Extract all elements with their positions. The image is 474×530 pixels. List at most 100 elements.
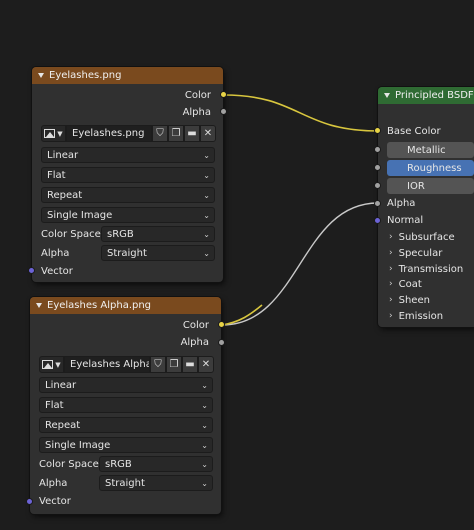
chevron-down-icon: ⌄ (201, 460, 208, 469)
input-normal-socket[interactable] (374, 217, 381, 224)
chevron-down-icon: ⌄ (201, 381, 208, 390)
color-space-dropdown[interactable]: sRGB ⌄ (99, 456, 213, 472)
input-base-color-socket[interactable] (374, 127, 381, 134)
chevron-right-icon: › (389, 264, 393, 274)
alpha-mode-dropdown[interactable]: Straight ⌄ (99, 475, 213, 491)
input-roughness-socket[interactable] (374, 164, 381, 171)
color-space-value: sRGB (107, 228, 134, 240)
chevron-down-icon: ▼ (55, 360, 61, 369)
input-alpha-socket[interactable] (374, 200, 381, 207)
unlink-button[interactable]: ✕ (198, 356, 214, 373)
chevron-down-icon: ⌄ (203, 230, 210, 239)
link-alpha-to-alpha[interactable] (221, 202, 379, 326)
duplicate-icon: ❐ (171, 128, 181, 139)
panel-emission[interactable]: › Emission (389, 308, 443, 324)
input-ior-socket[interactable] (374, 182, 381, 189)
principled-bsdf-node[interactable]: Principled BSDF Base Color Metallic Roug… (374, 87, 474, 327)
collapse-arrow-icon[interactable] (38, 73, 44, 78)
alpha-mode-dropdown[interactable]: Straight ⌄ (101, 245, 215, 261)
duplicate-icon: ❐ (169, 359, 179, 370)
output-alpha-socket[interactable] (218, 339, 225, 346)
output-alpha-row: Alpha (181, 334, 209, 350)
panel-subsurface[interactable]: › Subsurface (389, 229, 455, 245)
chevron-right-icon: › (389, 295, 393, 305)
input-base-color-label: Base Color (387, 125, 441, 137)
open-image-button[interactable]: ▬ (184, 125, 200, 142)
alpha-mode-value: Straight (105, 477, 145, 489)
roughness-label: Roughness (407, 162, 462, 174)
input-vector-label: Vector (39, 495, 71, 507)
image-icon (44, 129, 56, 138)
folder-icon: ▬ (187, 128, 197, 139)
node-title: Eyelashes.png (49, 70, 122, 81)
extension-value: Repeat (45, 419, 81, 431)
fake-user-button[interactable]: ⛉ (152, 125, 168, 142)
panel-label: Transmission (398, 263, 464, 275)
node-header[interactable]: Principled BSDF (378, 87, 474, 104)
image-type-button[interactable]: ▼ (41, 125, 66, 142)
output-alpha-socket[interactable] (220, 108, 227, 115)
output-alpha-label: Alpha (180, 336, 209, 348)
extension-dropdown[interactable]: Repeat ⌄ (41, 187, 215, 203)
projection-dropdown[interactable]: Flat ⌄ (39, 397, 213, 413)
image-name-field[interactable]: Eyelashes.png (66, 125, 152, 142)
source-dropdown[interactable]: Single Image ⌄ (41, 207, 215, 223)
image-icon (42, 360, 54, 369)
fake-user-button[interactable]: ⛉ (150, 356, 166, 373)
chevron-right-icon: › (389, 279, 393, 289)
output-color-label: Color (182, 319, 209, 331)
output-color-socket[interactable] (220, 91, 227, 98)
panel-coat[interactable]: › Coat (389, 276, 422, 292)
collapse-arrow-icon[interactable] (384, 93, 390, 98)
color-space-dropdown[interactable]: sRGB ⌄ (101, 226, 215, 242)
chevron-right-icon: › (389, 311, 393, 321)
input-vector-socket[interactable] (26, 498, 33, 505)
open-image-button[interactable]: ▬ (182, 356, 198, 373)
chevron-right-icon: › (389, 248, 393, 258)
panel-transmission[interactable]: › Transmission (389, 261, 463, 277)
node-header[interactable]: Eyelashes.png (32, 67, 223, 84)
collapse-arrow-icon[interactable] (36, 303, 42, 308)
duplicate-button[interactable]: ❐ (168, 125, 184, 142)
panel-label: Sheen (398, 294, 430, 306)
chevron-down-icon: ⌄ (203, 151, 210, 160)
shield-icon: ⛉ (156, 128, 164, 139)
projection-dropdown[interactable]: Flat ⌄ (41, 167, 215, 183)
metallic-field[interactable]: Metallic (387, 142, 474, 158)
panel-label: Subsurface (398, 231, 455, 243)
node-header[interactable]: Eyelashes Alpha.png (30, 297, 221, 314)
link-color-to-base-color[interactable] (223, 94, 379, 132)
panel-label: Specular (398, 247, 443, 259)
extension-dropdown[interactable]: Repeat ⌄ (39, 417, 213, 433)
duplicate-button[interactable]: ❐ (166, 356, 182, 373)
panel-sheen[interactable]: › Sheen (389, 292, 430, 308)
color-space-value: sRGB (105, 458, 132, 470)
node-title: Eyelashes Alpha.png (47, 300, 152, 311)
image-texture-node-eyelashes-alpha[interactable]: Eyelashes Alpha.png Color Alpha ▼ Eyelas… (26, 297, 225, 514)
output-color-socket[interactable] (218, 321, 225, 328)
output-color-row: Color (183, 317, 209, 333)
projection-value: Flat (45, 399, 64, 411)
output-alpha-label: Alpha (182, 106, 211, 118)
image-selector: ▼ Eyelashes.png ⛉ ❐ ▬ ✕ (41, 125, 216, 142)
input-normal-label: Normal (387, 214, 424, 226)
input-vector-socket[interactable] (28, 267, 35, 274)
interpolation-dropdown[interactable]: Linear ⌄ (41, 147, 215, 163)
ior-field[interactable]: IOR (387, 178, 474, 194)
chevron-down-icon: ▼ (57, 129, 63, 138)
chevron-down-icon: ⌄ (203, 191, 210, 200)
unlink-button[interactable]: ✕ (200, 125, 216, 142)
input-metallic-socket[interactable] (374, 146, 381, 153)
panel-specular[interactable]: › Specular (389, 245, 442, 261)
source-dropdown[interactable]: Single Image ⌄ (39, 437, 213, 453)
input-vector-label: Vector (41, 265, 73, 277)
node-title: Principled BSDF (395, 90, 474, 101)
image-type-button[interactable]: ▼ (39, 356, 64, 373)
interpolation-dropdown[interactable]: Linear ⌄ (39, 377, 213, 393)
roughness-field[interactable]: Roughness (387, 160, 474, 176)
image-name-field[interactable]: Eyelashes Alpha... (64, 356, 150, 373)
image-texture-node-eyelashes[interactable]: Eyelashes.png Color Alpha ▼ Eyelashes.pn… (28, 67, 227, 282)
source-value: Single Image (45, 439, 111, 451)
metallic-label: Metallic (407, 144, 446, 156)
panel-label: Emission (398, 310, 444, 322)
